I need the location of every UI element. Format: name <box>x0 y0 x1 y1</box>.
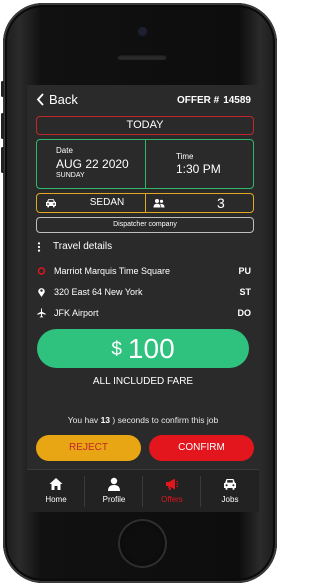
fare-amount: 100 <box>127 332 175 364</box>
tab-label: Home <box>45 495 67 504</box>
offer-label: OFFER # <box>176 95 220 106</box>
offer-value: 14589 <box>223 95 251 106</box>
timer-seconds: 13 <box>100 415 111 425</box>
chevron-left-icon <box>36 93 44 106</box>
day-value: SUNDAY <box>56 172 85 179</box>
stop-address: Marriot Marquis Time Square <box>54 266 171 276</box>
car-icon <box>224 479 236 490</box>
confirm-button[interactable]: CONFIRM <box>149 435 254 461</box>
pickup-circle-icon <box>37 267 46 275</box>
passenger-count: 3 <box>217 195 225 211</box>
tab-profile[interactable]: Profile <box>85 470 143 512</box>
back-button[interactable]: Back <box>36 92 78 107</box>
tab-jobs[interactable]: Jobs <box>201 470 259 512</box>
time-value: 1:30 PM <box>176 162 221 176</box>
vehicle-type: SEDAN <box>89 197 125 208</box>
phone-frame: Back OFFER #14589 TODAY Date AUG 22 2020… <box>1 3 277 583</box>
dispatcher-badge: Dispatcher company <box>36 217 254 233</box>
timer-prefix: You hav <box>67 415 99 425</box>
home-button[interactable] <box>118 519 167 568</box>
stop-address: 320 East 64 New York <box>54 287 143 297</box>
tab-label: Offers <box>161 495 183 504</box>
fare-button[interactable]: $ 100 <box>37 329 249 368</box>
volume-down-button <box>1 147 4 173</box>
volume-up-button <box>1 113 4 139</box>
stop-code: ST <box>239 287 251 297</box>
stop-dropoff: JFK Airport DO <box>37 307 251 321</box>
day-banner: TODAY <box>36 116 254 135</box>
tab-offers[interactable]: Offers <box>143 470 201 512</box>
stop-address: JFK Airport <box>54 308 99 318</box>
stop-waypoint: 320 East 64 New York ST <box>37 286 251 300</box>
schedule-box: Date AUG 22 2020 SUNDAY Time 1:30 PM <box>36 139 254 189</box>
offer-number: OFFER #14589 <box>177 95 251 106</box>
back-label: Back <box>49 92 78 107</box>
timer-suffix: ) seconds to confirm this job <box>112 415 219 425</box>
vehicle-box: SEDAN 3 <box>36 193 254 213</box>
time-label: Time <box>176 152 194 161</box>
airplane-icon <box>37 308 46 318</box>
megaphone-icon <box>166 478 179 490</box>
date-value: AUG 22 2020 <box>56 157 129 171</box>
vehicle-divider <box>145 194 146 212</box>
tab-label: Profile <box>102 495 126 504</box>
stop-code: DO <box>237 308 252 318</box>
location-pin-icon <box>38 288 45 297</box>
app-screen: Back OFFER #14589 TODAY Date AUG 22 2020… <box>27 85 259 512</box>
more-vertical-icon <box>37 241 41 252</box>
fare-currency: $ <box>111 338 122 360</box>
person-icon <box>108 477 120 491</box>
passengers-icon <box>153 199 165 208</box>
top-bar: Back OFFER #14589 <box>27 85 259 113</box>
stop-pickup: Marriot Marquis Time Square PU <box>37 265 251 279</box>
tab-label: Jobs <box>221 495 239 504</box>
fare-note: ALL INCLUDED FARE <box>92 376 194 387</box>
earpiece-speaker <box>117 54 167 60</box>
schedule-divider <box>145 140 146 188</box>
date-label: Date <box>56 146 73 155</box>
car-icon <box>46 199 56 208</box>
travel-details-header[interactable]: Travel details <box>37 241 112 252</box>
mute-switch <box>1 81 4 97</box>
front-camera <box>138 27 147 36</box>
reject-button[interactable]: REJECT <box>36 435 141 461</box>
travel-details-title: Travel details <box>53 241 113 252</box>
confirm-timer-text: You hav 13 ) seconds to confirm this job <box>27 415 259 425</box>
tab-home[interactable]: Home <box>27 470 85 512</box>
bottom-tab-bar: Home Profile Offers Jobs <box>27 469 259 512</box>
home-icon <box>49 478 63 490</box>
stop-code: PU <box>238 266 251 276</box>
